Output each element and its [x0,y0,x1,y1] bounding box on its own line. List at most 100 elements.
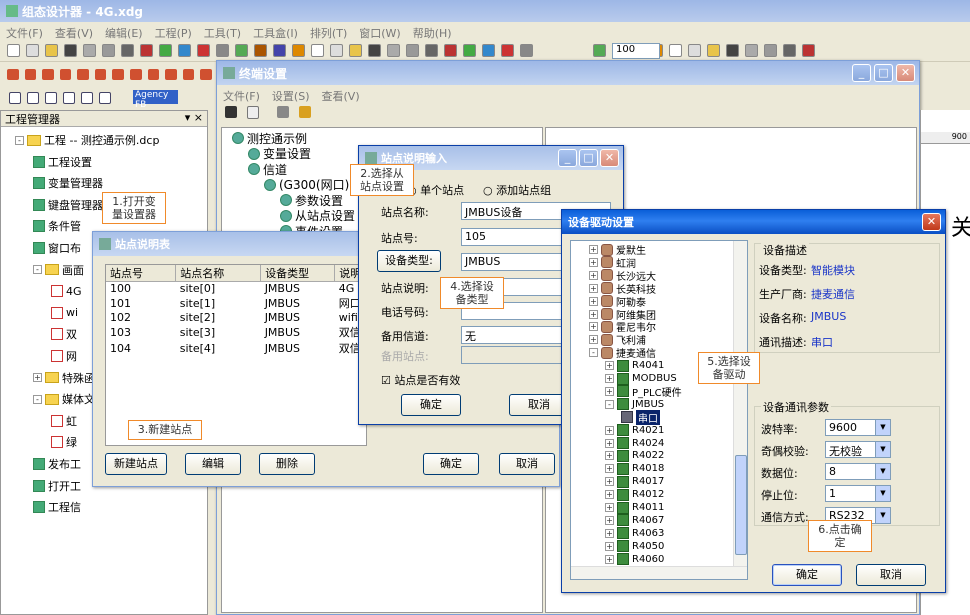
terminal-menu-item[interactable]: 设置(S) [272,88,310,104]
align-tool-icon[interactable] [94,68,107,80]
menu-item[interactable]: 排列(T) [310,25,347,41]
toolbar-button-icon[interactable] [235,44,248,57]
driver-tree-item[interactable]: + R4021 [605,424,664,437]
driver-tree-item[interactable]: + R4041 [605,359,664,372]
expand-icon[interactable]: + [589,270,598,280]
terminal-tree-item[interactable]: 测控通示例 [232,131,307,146]
toolbar-button-icon[interactable] [425,44,438,57]
station-input-minimize[interactable]: _ [558,149,577,167]
expand-icon[interactable]: + [605,541,614,551]
driver-tree-item[interactable]: + R4012 [605,488,664,501]
menu-item[interactable]: 帮助(H) [413,25,452,41]
toolbar-button-icon[interactable] [121,44,134,57]
toolbar-button-icon[interactable] [197,44,210,57]
align-tool-icon[interactable] [59,68,72,80]
collapse-icon[interactable]: - [33,265,42,275]
toolbar-button-icon[interactable] [387,44,400,57]
collapse-icon[interactable]: - [605,399,614,409]
project-tree-item[interactable]: 绿 [51,435,77,449]
driver-tree-item[interactable]: + R4017 [605,475,664,488]
align-tool-icon[interactable] [24,68,37,80]
expand-icon[interactable]: + [589,335,598,345]
table-row[interactable]: 103site[3]JMBUS双信道4 [106,324,366,340]
project-tree-item[interactable]: - 画面 [33,263,84,277]
table-row[interactable]: 102 site[2] JMBUS wifi [106,311,366,324]
terminal-tree-item[interactable]: 参数设置 [280,193,343,208]
expand-icon[interactable]: + [33,373,42,383]
toolbar-button-icon[interactable] [102,44,115,57]
radio-single[interactable]: ○ 单个站点 [407,182,464,198]
collapse-icon[interactable]: - [589,348,598,358]
driver-tree-item[interactable]: + R4011 [605,501,664,514]
column-header[interactable]: 设备类型 [260,265,336,282]
expand-icon[interactable]: + [605,528,614,538]
expand-icon[interactable]: + [605,451,614,461]
project-tree-item[interactable]: + 特殊函 [33,371,95,385]
expand-icon[interactable]: + [605,386,614,396]
toolbar-button-icon[interactable] [764,44,777,57]
edit-button[interactable]: 编辑 [185,453,241,475]
toolbar-button-icon[interactable] [178,44,191,57]
toolbar-button-icon[interactable] [368,44,381,57]
project-tree-item[interactable]: 4G [51,284,82,298]
toolbar-button-icon[interactable] [64,44,77,57]
project-tree-item[interactable]: 工程信 [33,500,81,514]
expand-icon[interactable]: + [589,283,598,293]
view-tool-icon[interactable] [99,92,111,104]
toolbar-button-icon[interactable] [216,44,229,57]
toolbar-button-icon[interactable] [463,44,476,57]
align-tool-icon[interactable] [42,68,54,80]
toolbar-button-icon[interactable] [688,44,701,57]
terminal-tree-item[interactable]: 变量设置 [248,147,311,161]
expand-icon[interactable]: + [605,503,614,512]
terminal-close[interactable]: ✕ [896,64,915,82]
column-header[interactable]: 站点号 [106,265,177,282]
align-tool-icon[interactable] [77,68,89,80]
menu-item[interactable]: 查看(V) [55,25,93,41]
driver-tree-item[interactable]: + R4018 [605,462,664,475]
stopbits-select[interactable]: 1 ▼ [825,485,891,502]
toolbar-button-icon[interactable] [707,44,720,57]
terminal-maximize[interactable]: □ [874,64,893,82]
toolbar-button-icon[interactable] [7,44,20,57]
toolbar-button-icon[interactable] [330,44,343,57]
menu-item[interactable]: 文件(F) [6,25,43,41]
driver-tree-item[interactable]: - 捷麦通信 [589,346,656,360]
font-box[interactable]: Agency FB [133,90,178,110]
project-tree-item[interactable]: 条件管 [33,219,81,233]
zoom-select[interactable]: 100 [612,43,660,59]
terminal-menu-item[interactable]: 文件(F) [223,88,260,104]
driver-tree-vscroll[interactable] [733,241,747,567]
expand-icon[interactable]: + [589,245,598,254]
driver-tree-item[interactable]: + R4024 [605,437,664,450]
menu-item[interactable]: 工程(P) [155,25,192,41]
toolbar-button-icon[interactable] [802,44,815,57]
project-tree-item[interactable]: wi [51,306,78,320]
wrench-icon[interactable] [299,106,311,118]
toolbar-button-icon[interactable] [726,44,739,57]
table-row[interactable]: 101 site[1] JMBUS 网口 [106,295,366,311]
terminal-tree-item[interactable]: (G300(网口) [264,178,349,192]
menu-item[interactable]: 编辑(E) [105,25,143,41]
column-header[interactable]: 站点名称 [175,265,262,282]
project-panel-close[interactable]: ▾ × [185,111,203,124]
toolbar-button-icon[interactable] [45,44,58,57]
view-tool-icon[interactable] [9,92,21,104]
radio-group[interactable]: ○ 添加站点组 [483,182,551,198]
toolbar-button-icon[interactable] [292,44,305,57]
expand-icon[interactable]: + [605,374,614,383]
toolbar-button-icon[interactable] [406,44,419,57]
menu-item[interactable]: 工具盒(I) [253,25,298,41]
driver-cancel-button[interactable]: 取消 [856,564,926,586]
align-tool-icon[interactable] [200,68,212,80]
driver-close[interactable]: ✕ [922,213,941,231]
new-station-button[interactable]: 新建站点 [105,453,167,475]
project-tree-item[interactable]: 工程设置 [33,155,92,169]
toolbar-button-icon[interactable] [83,44,96,57]
terminal-tree-item[interactable]: 从站点设置 [280,209,355,223]
save-icon[interactable] [225,106,237,118]
terminal-minimize[interactable]: _ [852,64,871,82]
databits-select[interactable]: 8 ▼ [825,463,891,480]
expand-icon[interactable]: + [589,257,598,267]
toolbar-button-icon[interactable] [140,44,153,57]
